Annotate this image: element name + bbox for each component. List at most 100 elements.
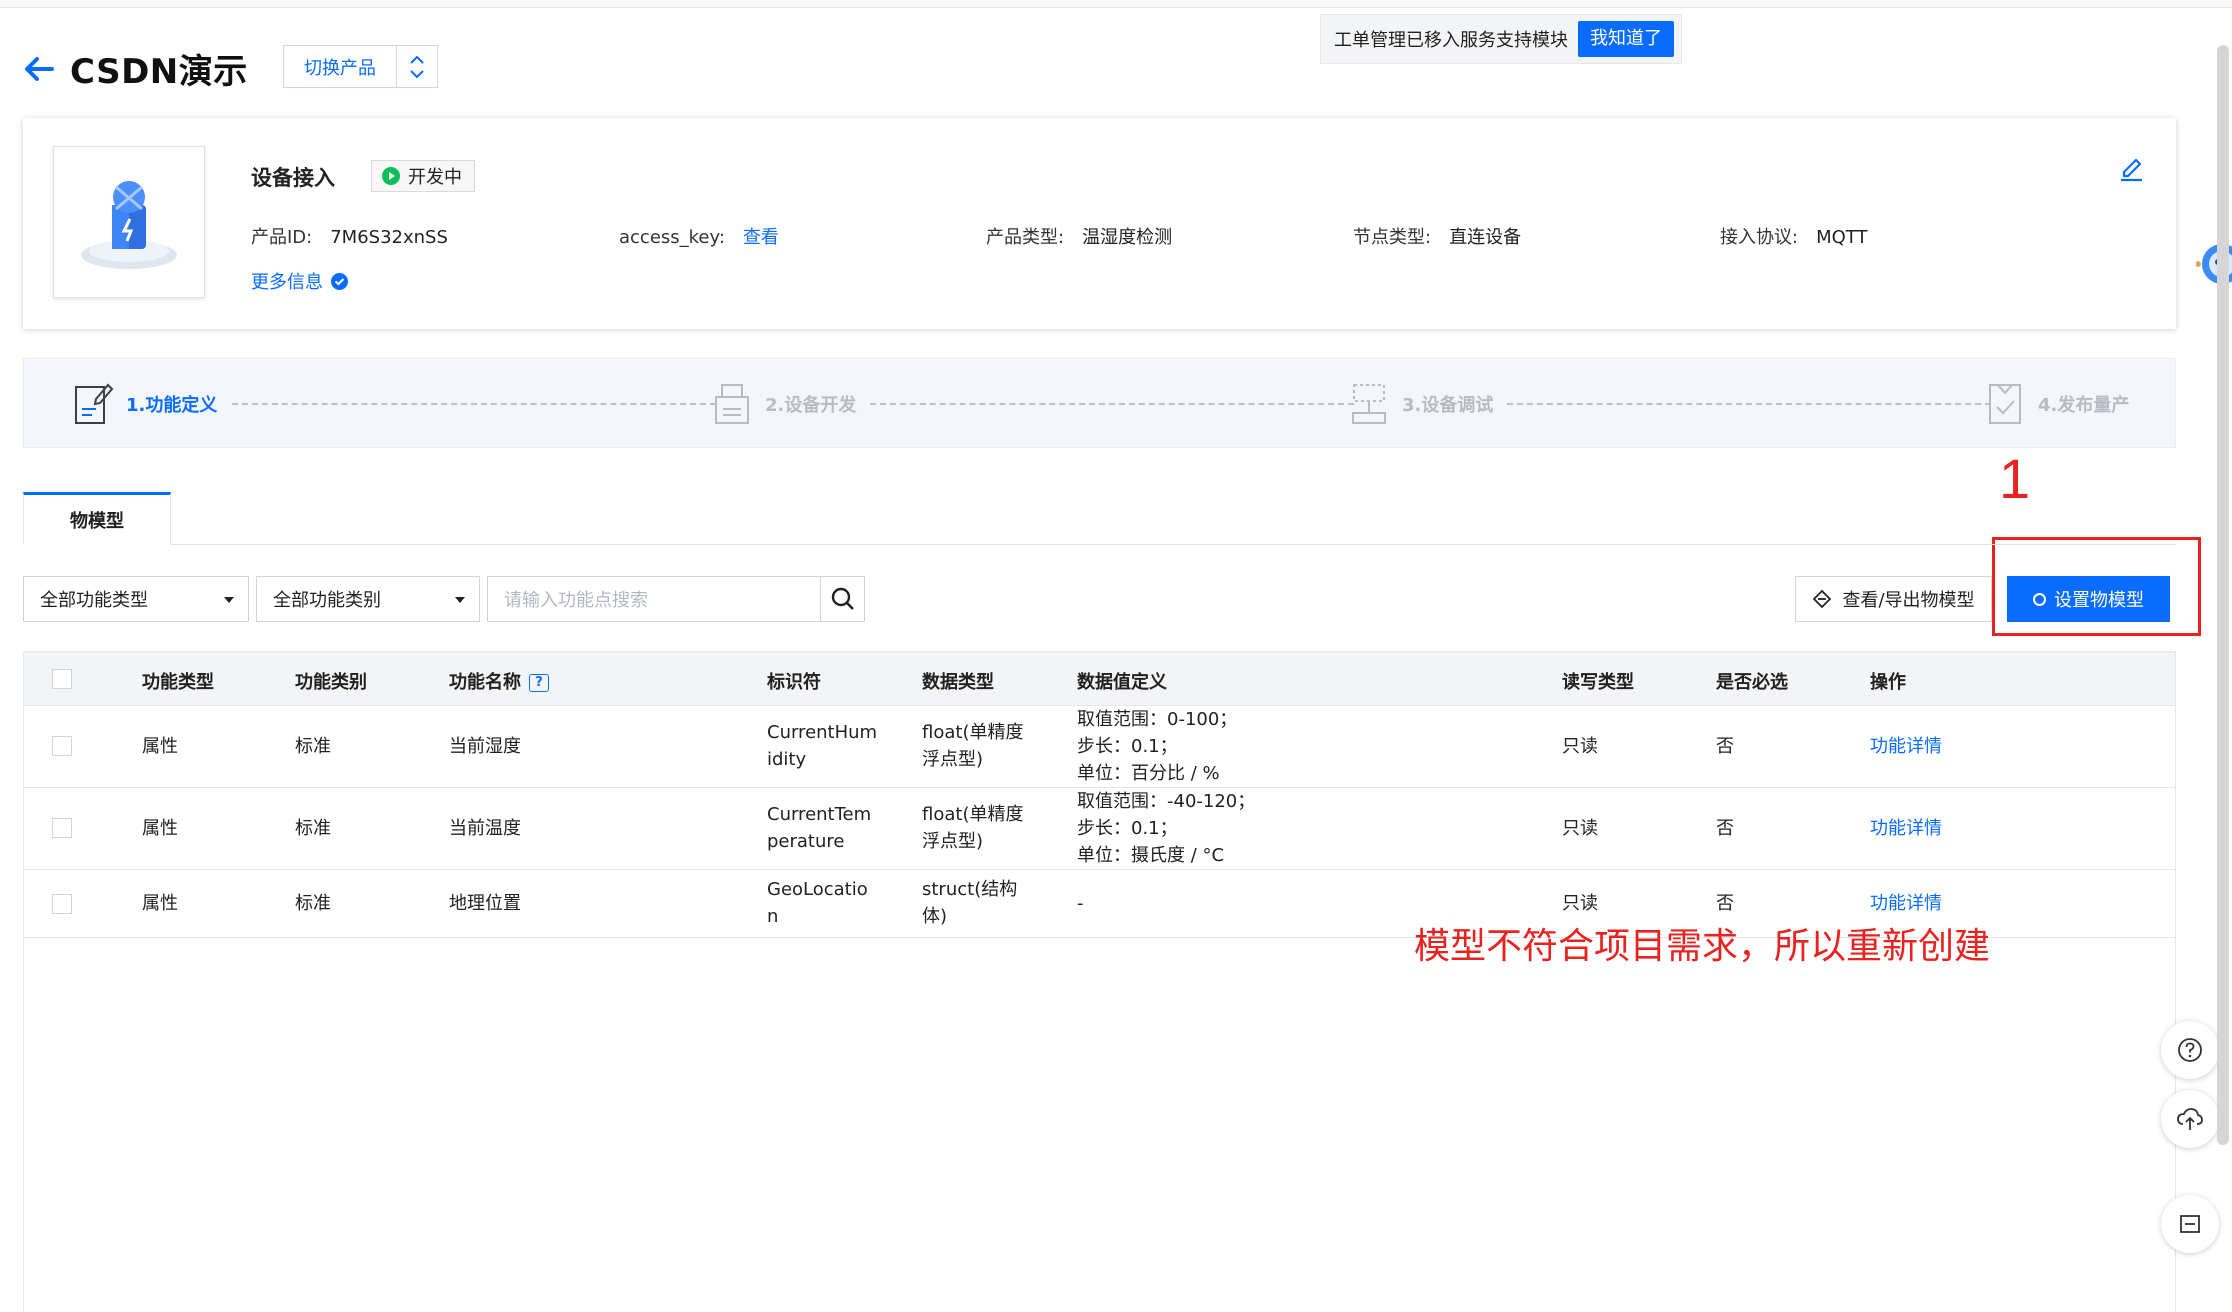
help-icon[interactable]: ? (529, 674, 549, 692)
switch-product-label[interactable]: 切换产品 (284, 46, 397, 87)
step-device-debug[interactable]: 3.设备调试 (1348, 381, 1493, 427)
function-detail-link[interactable]: 功能详情 (1870, 890, 1942, 917)
header-function-name-label: 功能名称 (449, 672, 521, 693)
product-type-label: 产品类型: (986, 227, 1065, 248)
table-header: 功能类型 功能类别 功能名称? 标识符 数据类型 数据值定义 读写类型 是否必选… (23, 651, 2176, 706)
step-device-development[interactable]: 2.设备开发 (711, 381, 856, 427)
protocol-value: MQTT (1816, 227, 1868, 248)
cell-name: 当前湿度 (449, 736, 521, 757)
play-circle-icon (382, 167, 400, 185)
function-search: 请输入功能点搜索 (487, 576, 865, 622)
search-input[interactable]: 请输入功能点搜索 (488, 577, 820, 621)
cell-data-definition: 取值范围：-40-120； (1077, 791, 1256, 812)
collapse-panel-button[interactable] (2161, 1195, 2219, 1253)
progress-steps: 1.功能定义 2.设备开发 3.设备调试 4.发布量产 (23, 358, 2176, 448)
protocol-field: 接入协议: MQTT (1720, 223, 1867, 249)
header-required: 是否必选 (1716, 672, 1788, 693)
function-detail-link[interactable]: 功能详情 (1870, 733, 1942, 760)
row-checkbox[interactable] (52, 894, 72, 914)
product-device-icon (81, 181, 177, 269)
page-header: CSDN演示 (22, 44, 248, 93)
product-id-field: 产品ID: 7M6S32xnSS (251, 223, 448, 249)
chevron-updown-icon[interactable] (397, 46, 437, 87)
page-scrollbar[interactable] (2217, 45, 2229, 1145)
product-info-card: 设备接入 开发中 产品ID: 7M6S32xnSS access_key: 查看 产… (23, 118, 2176, 329)
help-button[interactable] (2161, 1021, 2219, 1079)
function-detail-link[interactable]: 功能详情 (1870, 815, 1942, 842)
table-row: 属性 标准 当前湿度 CurrentHum idity float(单精度 浮点… (23, 706, 2176, 788)
step-label[interactable]: 4.发布量产 (2038, 391, 2129, 417)
node-type-value: 直连设备 (1449, 227, 1522, 248)
setup-model-button[interactable]: 设置物模型 (2007, 576, 2170, 622)
step-label[interactable]: 2.设备开发 (765, 391, 856, 417)
step-connector (1507, 403, 1991, 405)
cell-data-type: 体) (922, 906, 948, 927)
access-key-view-link[interactable]: 查看 (743, 227, 779, 248)
product-type-field: 产品类型: 温湿度检测 (986, 223, 1172, 249)
select-all-checkbox[interactable] (52, 669, 72, 689)
row-checkbox[interactable] (52, 818, 72, 838)
setup-model-label[interactable]: 设置物模型 (2054, 586, 2144, 612)
cell-data-definition: 单位：百分比 / % (1077, 763, 1220, 784)
cell-required: 否 (1716, 893, 1734, 914)
function-category-select[interactable]: 全部功能类别 (256, 576, 480, 622)
search-icon (831, 587, 854, 610)
search-button[interactable] (820, 577, 864, 621)
collapse-icon (2180, 1215, 2200, 1233)
settings-ring-icon (2033, 592, 2046, 606)
cell-data-type: float(单精度 (922, 804, 1024, 825)
product-id-label: 产品ID: (251, 227, 313, 248)
section-title: 设备接入 (251, 166, 335, 190)
step-label[interactable]: 1.功能定义 (126, 391, 217, 417)
cell-identifier: perature (767, 831, 845, 852)
notice-toast: 工单管理已移入服务支持模块 我知道了 (1320, 14, 1682, 64)
export-icon (1813, 589, 1832, 609)
step-release[interactable]: 4.发布量产 (1984, 381, 2129, 427)
cloud-service-button[interactable] (2161, 1090, 2219, 1148)
tab-thing-model[interactable]: 物模型 (23, 492, 171, 545)
access-key-field: access_key: 查看 (619, 223, 779, 249)
status-badge: 开发中 (371, 160, 475, 192)
toast-dismiss-button[interactable]: 我知道了 (1578, 21, 1674, 57)
row-checkbox[interactable] (52, 736, 72, 756)
step-connector (232, 403, 716, 405)
view-export-model-button[interactable]: 查看/导出物模型 (1795, 576, 1992, 622)
function-type-select[interactable]: 全部功能类型 (23, 576, 249, 622)
cell-data-type: 浮点型) (922, 831, 984, 852)
product-type-value: 温湿度检测 (1082, 227, 1173, 248)
cell-data-definition: 单位：摄氏度 / °C (1077, 845, 1225, 866)
header-data-type: 数据类型 (922, 672, 994, 693)
cell-identifier: n (767, 906, 779, 927)
more-info-label[interactable]: 更多信息 (251, 268, 323, 294)
view-export-model-label[interactable]: 查看/导出物模型 (1842, 586, 1974, 612)
question-circle-icon (2178, 1038, 2202, 1062)
cell-data-definition: 步长：0.1； (1077, 818, 1178, 839)
product-id-value: 7M6S32xnSS (330, 227, 448, 248)
cell-category: 标准 (295, 736, 331, 757)
clipboard-check-icon (1989, 384, 2021, 424)
cell-type: 属性 (142, 818, 178, 839)
step-label[interactable]: 3.设备调试 (1402, 391, 1493, 417)
cell-type: 属性 (142, 736, 178, 757)
annotation-note: 模型不符合项目需求，所以重新创建 (1414, 926, 1991, 967)
thing-model-table: 功能类型 功能类别 功能名称? 标识符 数据类型 数据值定义 读写类型 是否必选… (23, 651, 2176, 938)
function-type-value[interactable]: 全部功能类型 (40, 586, 148, 612)
header-read-write: 读写类型 (1562, 672, 1634, 693)
back-arrow-icon[interactable] (22, 52, 56, 86)
header-data-definition: 数据值定义 (1077, 672, 1167, 693)
access-key-label: access_key: (619, 227, 725, 248)
status-label: 开发中 (408, 167, 462, 188)
tab-bar: 物模型 (23, 492, 2176, 545)
toast-message: 工单管理已移入服务支持模块 (1334, 30, 1568, 51)
protocol-label: 接入协议: (1720, 227, 1799, 248)
step-function-definition[interactable]: 1.功能定义 (72, 381, 217, 427)
check-circle-icon (331, 272, 348, 290)
step-connector (870, 403, 1354, 405)
function-category-value[interactable]: 全部功能类别 (273, 586, 381, 612)
more-info-link[interactable]: 更多信息 (251, 268, 348, 294)
switch-product-control[interactable]: 切换产品 (283, 45, 438, 88)
edit-icon[interactable] (2116, 152, 2146, 182)
cell-data-type: 浮点型) (922, 749, 984, 770)
cell-data-type: float(单精度 (922, 722, 1024, 743)
table-row: 属性 标准 当前温度 CurrentTem perature float(单精度… (23, 788, 2176, 870)
